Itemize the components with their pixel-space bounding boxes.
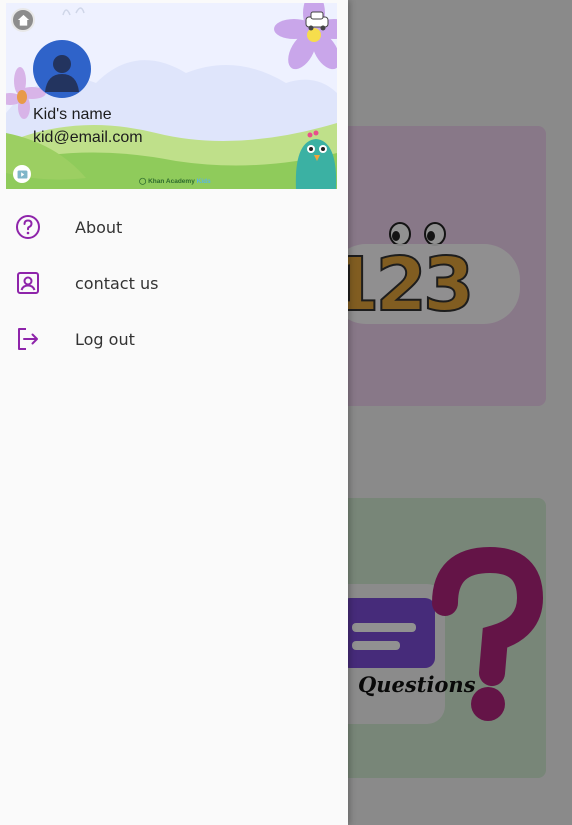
menu-label-contact-us: contact us: [75, 274, 159, 293]
home-button[interactable]: [11, 8, 35, 32]
help-circle-icon: [16, 215, 40, 239]
menu-label-about: About: [75, 218, 123, 237]
brand-icon: ◯: [139, 178, 147, 185]
menu-label-log-out: Log out: [75, 330, 135, 349]
drawer-header: Kid's name kid@email.com ◯ Khan Academy …: [6, 3, 337, 189]
kid-name: Kid's name: [33, 106, 112, 123]
menu-item-about[interactable]: About: [0, 198, 348, 254]
video-button[interactable]: [13, 165, 31, 183]
menu-item-contact-us[interactable]: contact us: [0, 254, 348, 310]
contact-card-icon: [17, 272, 39, 294]
kid-email: kid@email.com: [33, 129, 143, 146]
person-icon: [45, 55, 79, 92]
home-icon: [17, 14, 29, 26]
logout-icon: [18, 328, 38, 350]
brand-suffix: Kids: [196, 178, 211, 185]
navigation-drawer: Kid's name kid@email.com ◯ Khan Academy …: [0, 0, 348, 825]
brand-logo: ◯ Khan Academy Kids: [139, 177, 211, 185]
avatar[interactable]: [33, 40, 91, 98]
drawer-menu: About contact us Log out: [0, 198, 348, 366]
brand-name: Khan Academy: [148, 178, 195, 185]
play-icon: [17, 169, 27, 179]
menu-item-log-out[interactable]: Log out: [0, 310, 348, 366]
